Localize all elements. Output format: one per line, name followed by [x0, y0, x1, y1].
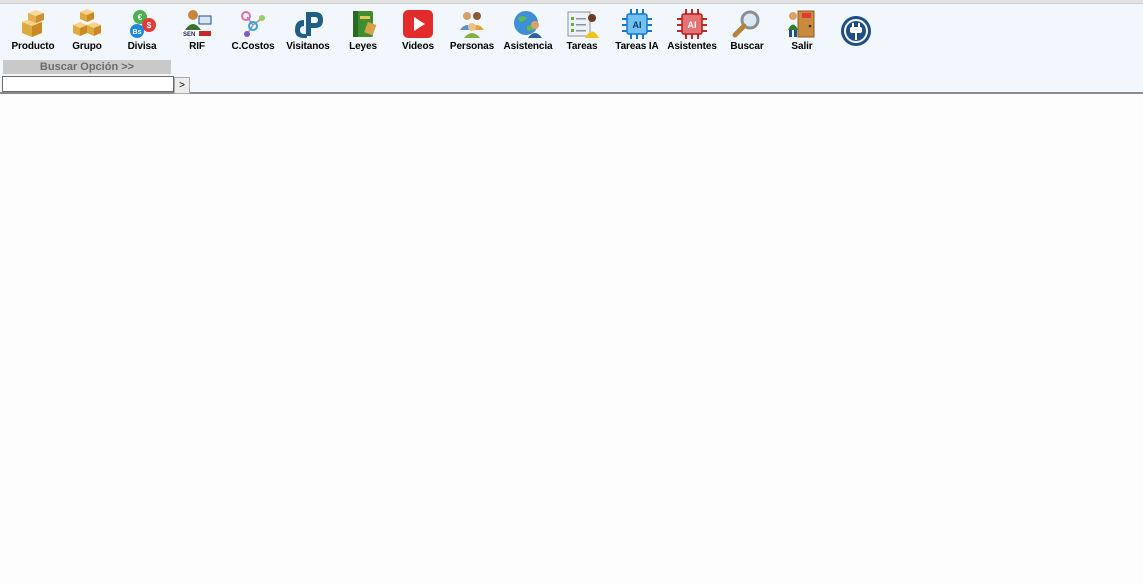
- toolbar-item-label: Tareas: [566, 41, 598, 52]
- svg-text:SEN: SEN: [183, 32, 195, 38]
- search-go-button[interactable]: >: [174, 77, 190, 94]
- people-icon: [460, 12, 484, 38]
- toolbar-item-label: Personas: [449, 41, 495, 52]
- boxes-group-icon: [73, 9, 101, 36]
- toolbar-item-salir[interactable]: Salir: [783, 8, 821, 54]
- svg-text:AI: AI: [688, 20, 697, 30]
- toolbar-item-producto[interactable]: Producto: [8, 8, 58, 54]
- exit-door-icon: [788, 10, 815, 38]
- toolbar-item-grupo[interactable]: Grupo: [64, 8, 110, 54]
- main-toolbar: Producto Grupo € $ Bs Divisa SEN RIF C.C…: [0, 4, 1143, 94]
- content-area: [0, 94, 1143, 585]
- toolbar-item-rif[interactable]: SEN RIF: [176, 8, 218, 54]
- toolbar-item-tareas-ia[interactable]: AI Tareas IA: [612, 8, 662, 54]
- toolbar-item-visitanos[interactable]: Visitanos: [283, 8, 333, 54]
- toolbar-item-label: Visitanos: [286, 41, 330, 52]
- ai-chip-red-icon: AI: [677, 9, 707, 39]
- svg-text:Bs: Bs: [133, 29, 142, 36]
- toolbar-item-label: Producto: [11, 41, 55, 52]
- toolbar-item-label: Grupo: [72, 41, 102, 52]
- toolbar-item-label: C.Costos: [231, 41, 275, 52]
- toolbar-item-videos[interactable]: Videos: [396, 8, 440, 54]
- svg-text:$: $: [147, 21, 152, 30]
- toolbar-item-ccostos[interactable]: C.Costos: [230, 8, 276, 54]
- toolbar-item-label: Leyes: [349, 41, 377, 52]
- toolbar-item-label: Buscar: [730, 41, 764, 52]
- toolbar-item-buscar[interactable]: Buscar: [727, 8, 767, 54]
- ai-chip-blue-icon: AI: [622, 9, 652, 39]
- toolbar-item-tareas[interactable]: Tareas: [562, 8, 602, 54]
- toolbar-item-label: Asistencia: [503, 41, 553, 52]
- currency-icon: € $ Bs: [130, 10, 156, 38]
- toolbar-item-label: Videos: [401, 41, 434, 52]
- toolbar-item-label: Asistentes: [667, 41, 717, 52]
- toolbar-item-label: Divisa: [127, 41, 157, 52]
- seniat-person-icon: SEN: [182, 10, 212, 38]
- power-plug-icon: [841, 16, 871, 46]
- video-play-icon: [403, 10, 433, 38]
- toolbar-item-label: Salir: [791, 41, 813, 52]
- svg-text:AI: AI: [633, 20, 642, 30]
- boxes-icon: [22, 10, 44, 37]
- law-book-icon: [353, 11, 377, 37]
- power-button[interactable]: [839, 14, 873, 48]
- toolbar-item-label: RIF: [189, 41, 205, 52]
- svg-text:€: €: [138, 13, 143, 22]
- globe-user-icon: [514, 11, 542, 38]
- toolbar-item-divisa[interactable]: € $ Bs Divisa: [120, 8, 164, 54]
- task-list-icon: [567, 11, 599, 38]
- web-logo-icon: [295, 12, 323, 38]
- cost-center-icon: [241, 11, 265, 37]
- toolbar-item-personas[interactable]: Personas: [447, 8, 497, 54]
- toolbar-item-label: Tareas IA: [615, 41, 659, 52]
- toolbar-item-asistencia[interactable]: Asistencia: [501, 8, 555, 54]
- toolbar-item-asistentes[interactable]: AI Asistentes: [665, 8, 719, 54]
- magnifier-icon: [732, 10, 760, 38]
- search-option-title: Buscar Opción >>: [3, 60, 171, 74]
- search-option-input[interactable]: [2, 76, 174, 92]
- toolbar-item-leyes[interactable]: Leyes: [344, 8, 382, 54]
